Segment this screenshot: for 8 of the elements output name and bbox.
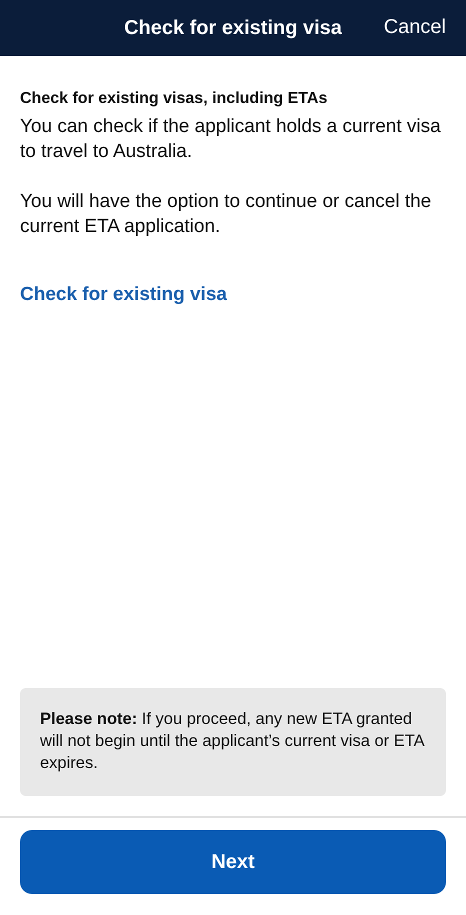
body-paragraph: You will have the option to continue or cancel the current ETA application.	[20, 190, 432, 239]
section-heading: Check for existing visas, including ETAs	[20, 90, 328, 108]
note-panel: Please note: If you proceed, any new ETA granted will not begin until the applicant’s current visa or ETA expires.	[20, 688, 446, 796]
next-button[interactable]: Next	[20, 830, 446, 894]
cancel-button[interactable]: Cancel	[384, 16, 446, 39]
screen-title: Check for existing visa	[124, 16, 342, 40]
body-paragraph: You can check if the applicant holds a current visa to travel to Australia.	[20, 115, 442, 164]
check-visa-link[interactable]: Check for existing visa	[20, 284, 227, 306]
